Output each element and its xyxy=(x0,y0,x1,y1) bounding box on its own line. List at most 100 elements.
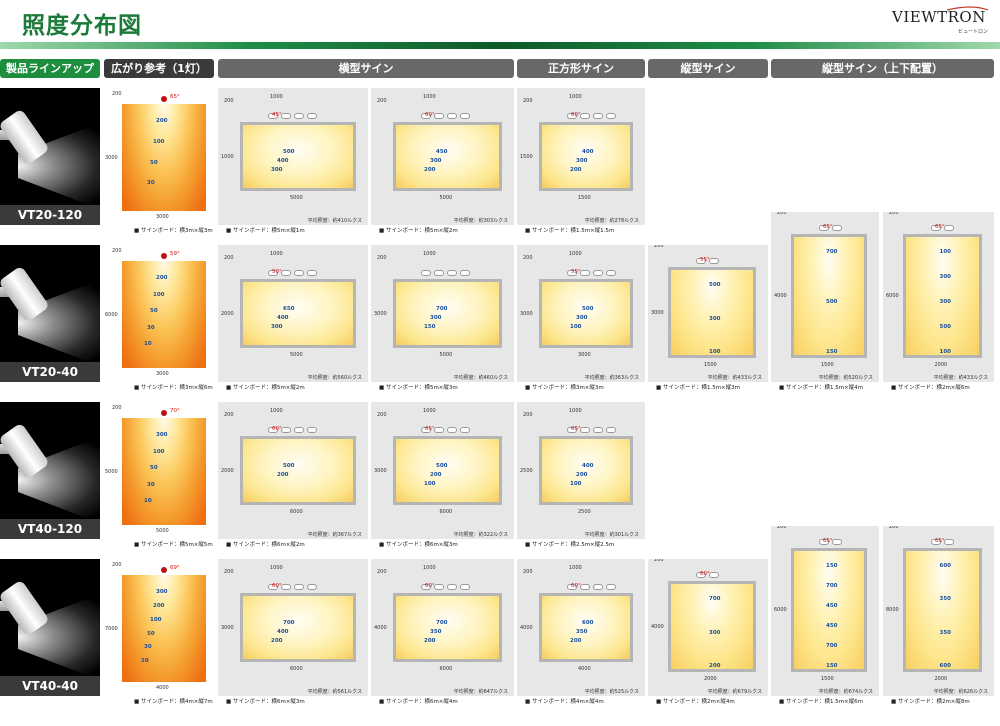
isolux-label: 600 xyxy=(939,663,951,669)
dim-width: 3000 xyxy=(156,371,169,377)
board-caption: ■ サインボード：横2m×縦4m xyxy=(656,699,735,705)
beam-angle: 45° xyxy=(272,112,282,118)
lamp-fixture-icon xyxy=(307,584,317,590)
model-label: VT20-120 xyxy=(0,205,100,225)
board-caption: ■ サインボード：横1.5m×縦4m xyxy=(779,385,864,391)
isolux-label: 100 xyxy=(570,481,582,488)
isolux-label: 600 xyxy=(582,620,594,627)
beam-angle: 55° xyxy=(700,257,710,263)
lamp-fixture-icon xyxy=(307,113,317,119)
page-title: 照度分布図 xyxy=(22,12,142,39)
lamp-fixture-icon xyxy=(580,270,590,276)
fixture-point-icon xyxy=(161,96,167,102)
average-illuminance: 平均照度：約433ルクス xyxy=(707,375,762,381)
average-illuminance: 平均照度：約301ルクス xyxy=(584,532,639,538)
isolux-label: 100 xyxy=(939,249,951,255)
isolux-label: 150 xyxy=(826,563,838,569)
isolux-label: 700 xyxy=(436,306,448,313)
isolux-label: 650 xyxy=(283,306,295,313)
beam-angle: 65° xyxy=(425,426,435,432)
isolux-label: 100 xyxy=(153,291,165,298)
isolux-label: 200 xyxy=(430,472,442,479)
lamp-fixture-icon xyxy=(421,270,431,276)
isolux-label: 300 xyxy=(156,589,168,595)
dim-width: 5000 xyxy=(290,352,303,358)
average-illuminance: 平均照度：約561ルクス xyxy=(307,689,362,695)
board-card: 200 1000 55° 500 300 100 3000 3000 平均照度：約363ルクス xyxy=(517,245,645,382)
dim-height: 3000 xyxy=(374,467,387,474)
isolux-label: 400 xyxy=(582,463,594,470)
sign-board: 700 500 150 xyxy=(791,234,867,358)
dim-height: 1500 xyxy=(520,153,533,160)
isolux-label: 50 xyxy=(150,465,158,472)
board-caption: ■ サインボード：横4m×縦7m xyxy=(134,699,213,705)
beam-angle: 65° xyxy=(170,94,180,100)
dim-width: 1500 xyxy=(578,195,591,201)
sign-board: 500 300 100 xyxy=(539,279,633,348)
beam-angle: 55° xyxy=(571,269,581,275)
dim-height: 5000 xyxy=(105,468,118,475)
sign-board: 400 300 200 xyxy=(539,122,633,191)
isolux-label: 500 xyxy=(283,463,295,470)
lamp-fixtures xyxy=(268,418,320,433)
board-card: 200100065°10030030050010060002000平均照度：約4… xyxy=(883,212,994,382)
dim-top: 200 xyxy=(112,405,122,411)
beam-angle: 65° xyxy=(935,538,945,544)
logo-text: VIEWTRON xyxy=(892,8,986,26)
isolux-label: 200 xyxy=(156,275,168,281)
lamp-fixtures xyxy=(819,216,845,231)
isolux-label: 350 xyxy=(576,629,588,636)
lamp-fixture-icon xyxy=(434,113,444,119)
dim-top: 200 xyxy=(523,255,533,261)
product-photo: VT40-40 xyxy=(0,559,100,696)
dim-height: 7000 xyxy=(105,625,118,632)
beam-angle: 69° xyxy=(170,565,180,571)
dim-span: 1000 xyxy=(423,251,436,257)
dim-width: 6000 xyxy=(290,509,303,515)
lamp-fixture-icon xyxy=(606,427,616,433)
lamp-fixtures xyxy=(567,418,619,433)
lamp-fixture-icon xyxy=(832,539,842,545)
dim-width: 5000 xyxy=(439,195,453,201)
board-card: 200 1000 45° 500 400 300 1000 5000 平均照度：約410ルクス xyxy=(218,88,368,225)
lamp-fixtures xyxy=(696,563,722,578)
lamp-fixtures xyxy=(421,575,473,590)
isolux-label: 200 xyxy=(153,602,165,609)
board-caption: ■ サインボード：横1.5m×縦1.5m xyxy=(525,228,615,234)
board-card: 200100065°15070045045070015060001500平均照度… xyxy=(771,526,879,696)
lamp-fixture-icon xyxy=(447,113,457,119)
dim-height: 4000 xyxy=(774,293,787,299)
sign-board: 650 400 300 xyxy=(240,279,356,348)
isolux-label: 300 xyxy=(576,158,588,165)
lamp-fixture-icon xyxy=(593,584,603,590)
isolux-label: 30 xyxy=(147,324,155,331)
isolux-label: 300 xyxy=(939,274,951,280)
average-illuminance: 平均照度：約410ルクス xyxy=(307,218,362,224)
fixture-point-icon xyxy=(161,567,167,573)
isolux-label: 300 xyxy=(709,629,721,636)
dim-width: 1500 xyxy=(821,362,834,368)
board-card: 200 1000 60° 400 300 200 1500 1500 平均照度：約278ルクス xyxy=(517,88,645,225)
isolux-label: 300 xyxy=(939,299,951,305)
isolux-label: 200 xyxy=(424,638,436,645)
dim-top: 200 xyxy=(523,98,533,104)
beam-angle: 59° xyxy=(170,251,180,257)
lamp-fixture-icon xyxy=(460,113,470,119)
dim-top: 200 xyxy=(112,562,122,568)
dim-height: 3000 xyxy=(221,624,234,631)
isolux-label: 100 xyxy=(153,448,165,455)
dim-span: 1000 xyxy=(270,565,283,571)
lamp-fixture-icon xyxy=(944,539,954,545)
dim-height: 4000 xyxy=(651,623,664,630)
lamp-fixtures xyxy=(421,418,473,433)
dim-height: 3000 xyxy=(520,310,533,317)
isolux-label: 300 xyxy=(576,315,588,322)
dim-top: 200 xyxy=(377,569,387,575)
dim-span: 1000 xyxy=(270,251,283,257)
isolux-label: 300 xyxy=(156,432,168,438)
dim-width: 3000 xyxy=(156,214,169,220)
sign-board: 700 300 200 xyxy=(668,581,756,672)
dim-top: 200 xyxy=(889,212,899,216)
dim-width: 5000 xyxy=(290,195,303,201)
isolux-label: 200 xyxy=(277,472,289,479)
